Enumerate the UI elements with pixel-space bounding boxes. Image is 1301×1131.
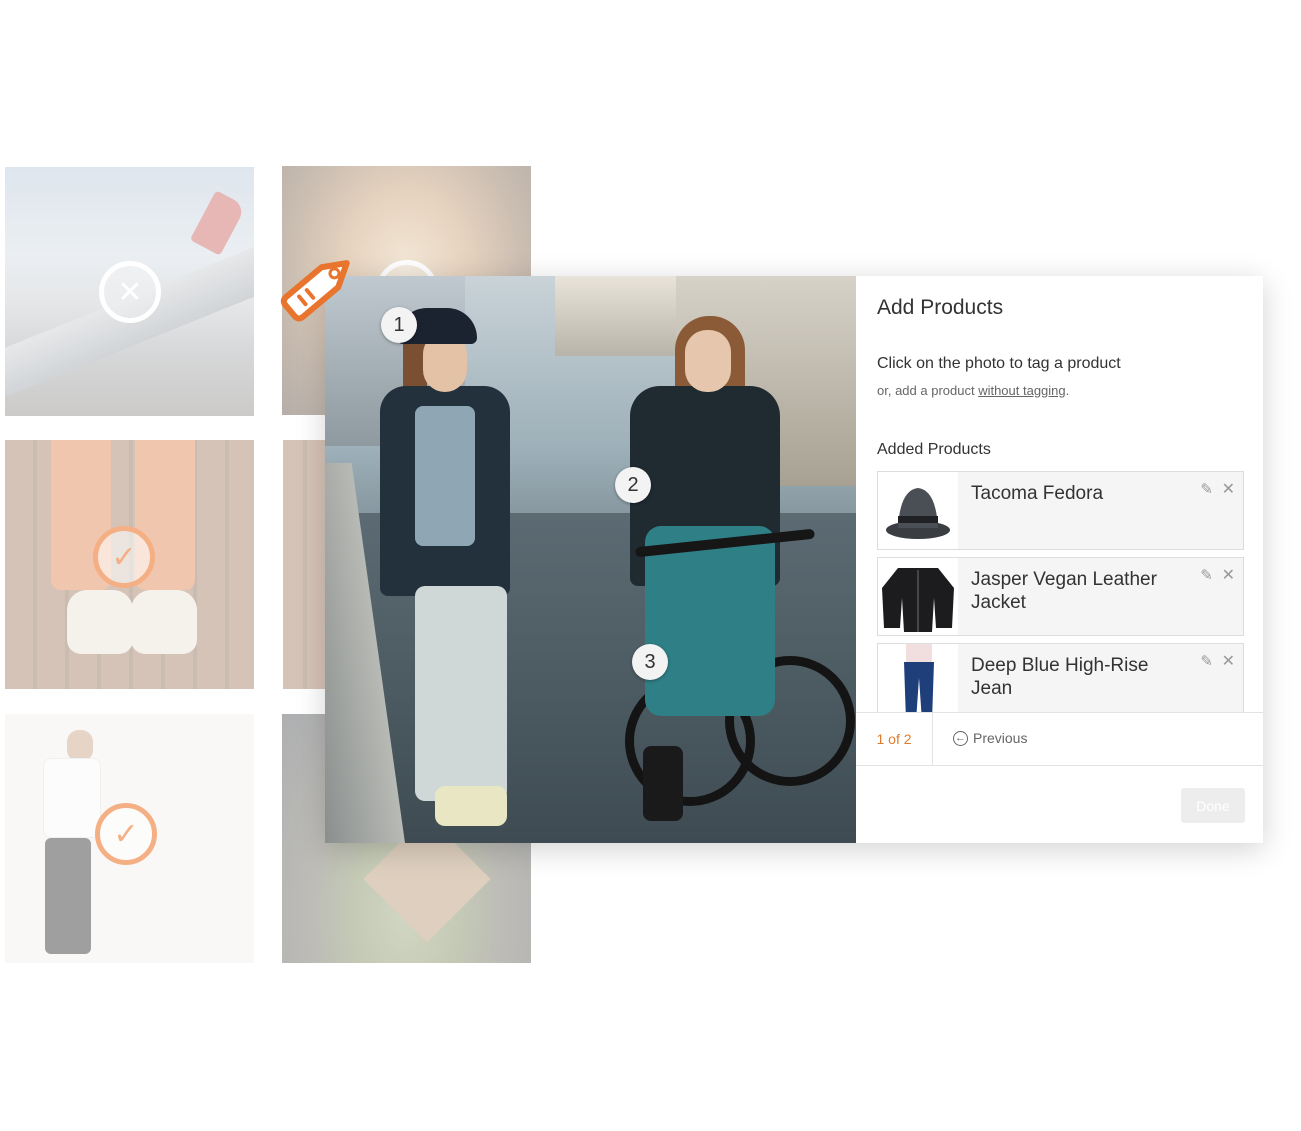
- product-name: Jasper Vegan Leather Jacket: [971, 569, 1157, 613]
- photo-tile-partial[interactable]: [283, 440, 328, 689]
- panel-instruction: Click on the photo to tag a product: [877, 355, 1121, 372]
- without-tagging-link[interactable]: without tagging: [978, 383, 1065, 398]
- product-item[interactable]: Jasper Vegan Leather Jacket ✎ ✕: [877, 557, 1244, 636]
- jeans-thumbnail: [878, 644, 958, 713]
- added-products-heading: Added Products: [877, 441, 991, 458]
- close-icon[interactable]: ✕: [1222, 651, 1235, 671]
- done-button[interactable]: Done: [1181, 788, 1245, 823]
- arrow-left-icon: ←: [953, 730, 968, 746]
- panel-subtext: or, add a product without tagging.: [877, 383, 1070, 398]
- pencil-icon[interactable]: ✎: [1200, 566, 1213, 584]
- product-name: Tacoma Fedora: [971, 483, 1104, 504]
- fedora-hat-thumbnail: [878, 472, 958, 549]
- tag-products-modal: 1 2 3 Add Products Click on the photo to…: [325, 276, 1263, 843]
- photo-tile-man[interactable]: ✓: [5, 714, 254, 963]
- tag-marker-1[interactable]: 1: [381, 307, 417, 343]
- price-tag-icon: [280, 260, 350, 322]
- product-name: Deep Blue High-Rise Jean: [971, 655, 1149, 699]
- panel-title: Add Products: [877, 296, 1004, 319]
- add-products-panel: Add Products Click on the photo to tag a…: [856, 276, 1263, 843]
- tagging-photo[interactable]: 1 2 3: [325, 276, 856, 843]
- product-item[interactable]: Tacoma Fedora ✎ ✕: [877, 471, 1244, 550]
- photo-tile-airplane[interactable]: ✕: [5, 167, 254, 416]
- check-status-icon[interactable]: ✓: [95, 803, 157, 865]
- remove-status-icon[interactable]: ✕: [99, 261, 161, 323]
- pencil-icon[interactable]: ✎: [1200, 652, 1213, 670]
- close-icon[interactable]: ✕: [1222, 479, 1235, 499]
- close-icon[interactable]: ✕: [1222, 565, 1235, 585]
- page-count: 1 of 2: [856, 713, 933, 765]
- photo-tile-pants[interactable]: ✓: [5, 440, 254, 689]
- tag-marker-3[interactable]: 3: [632, 644, 668, 680]
- tag-marker-2[interactable]: 2: [615, 467, 651, 503]
- previous-button[interactable]: ← Previous: [953, 730, 1027, 746]
- pagination-bar: 1 of 2 ← Previous: [856, 712, 1263, 766]
- leather-jacket-thumbnail: [878, 558, 958, 635]
- check-status-icon[interactable]: ✓: [93, 526, 155, 588]
- product-item[interactable]: Deep Blue High-Rise Jean ✎ ✕: [877, 643, 1244, 713]
- product-list[interactable]: Tacoma Fedora ✎ ✕ Jasper Vegan Leather J…: [877, 471, 1244, 713]
- pencil-icon[interactable]: ✎: [1200, 480, 1213, 498]
